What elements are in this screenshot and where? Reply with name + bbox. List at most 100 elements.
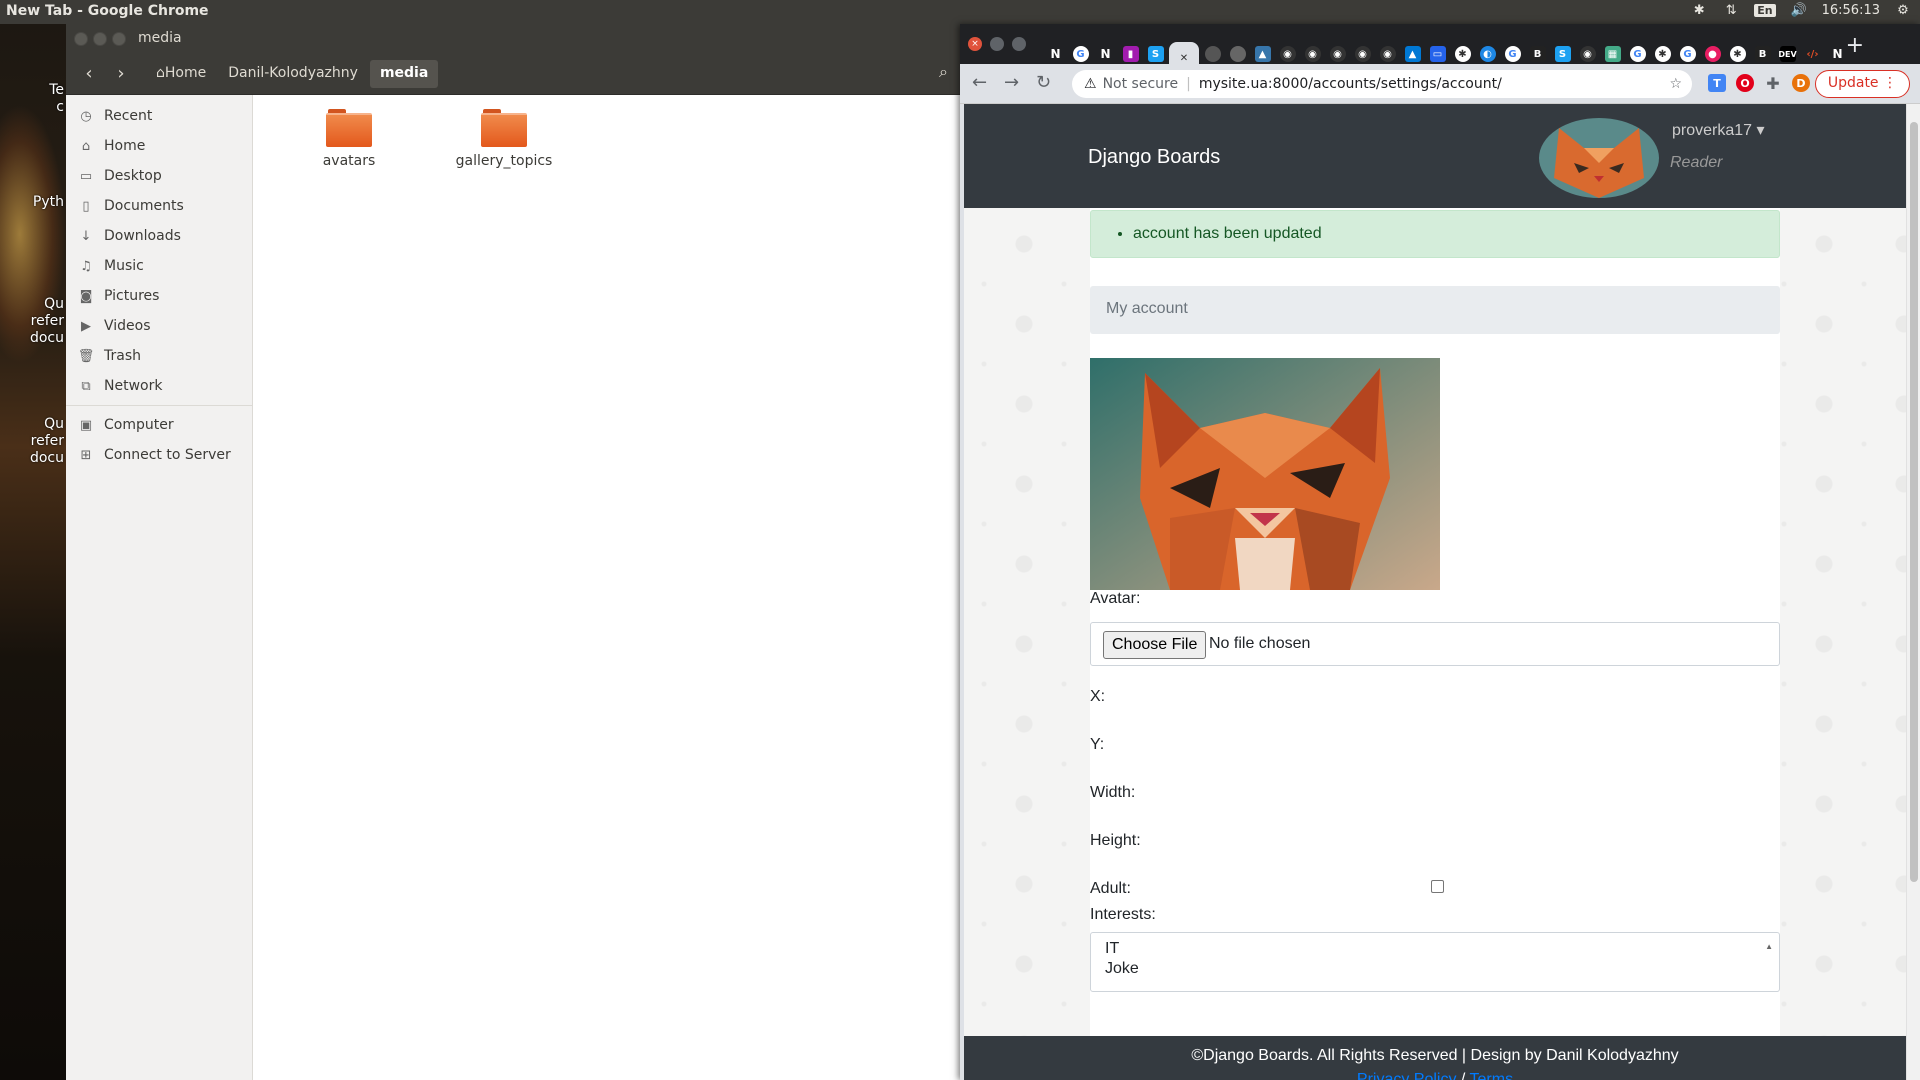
tab-notion[interactable]: N (1094, 43, 1117, 65)
interests-multiselect[interactable]: IT Joke ▲ (1090, 932, 1780, 992)
update-button[interactable]: Update ⋮ (1814, 70, 1910, 98)
adult-checkbox[interactable] (1431, 880, 1444, 893)
tab-favicon[interactable]: S (1144, 43, 1167, 65)
bookmark-star-icon[interactable]: ☆ (1669, 76, 1682, 92)
folder-item-gallery-topics[interactable]: gallery_topics (444, 109, 564, 169)
back-arrow-icon[interactable]: ‹ (78, 63, 100, 84)
tab-favicon[interactable] (1201, 43, 1224, 65)
opera-extension-icon[interactable]: O (1736, 74, 1754, 92)
tab-google[interactable]: G (1069, 43, 1092, 65)
tab-favicon[interactable]: S (1551, 43, 1574, 65)
tab-github[interactable]: ◉ (1301, 43, 1324, 65)
scroll-up-icon[interactable]: ▲ (1765, 937, 1773, 957)
maximize-window-button[interactable] (112, 32, 126, 46)
tab-favicon[interactable]: ‹/› (1801, 43, 1824, 65)
keyboard-layout-indicator[interactable]: En (1754, 4, 1776, 17)
close-window-button[interactable]: × (968, 37, 982, 51)
avatar-file-input[interactable]: Choose File No file chosen (1090, 622, 1780, 666)
translate-extension-icon[interactable]: T (1708, 74, 1726, 92)
sidebar-item-connect-server[interactable]: ⊞ Connect to Server (66, 440, 252, 470)
tab-favicon[interactable]: ▦ (1601, 43, 1624, 65)
volume-icon[interactable]: 🔊 (1790, 3, 1808, 18)
settings-gear-icon[interactable]: ⚙ (1894, 3, 1912, 18)
tab-favicon[interactable]: ◐ (1476, 43, 1499, 65)
maximize-window-button[interactable] (1012, 37, 1026, 51)
tab-github[interactable]: ◉ (1376, 43, 1399, 65)
desktop-file-label[interactable]: Qu refer docu (30, 416, 64, 467)
tab-favicon[interactable]: ✱ (1451, 43, 1474, 65)
page-scrollbar[interactable] (1906, 104, 1920, 1080)
sidebar-item-videos[interactable]: ▶ Videos (66, 311, 252, 341)
sidebar-item-pictures[interactable]: ◙ Pictures (66, 281, 252, 311)
back-arrow-icon[interactable]: ← (972, 72, 987, 93)
interest-option[interactable]: IT (1105, 939, 1765, 959)
tab-github[interactable]: ◉ (1576, 43, 1599, 65)
search-icon[interactable]: ⌕ (939, 62, 948, 82)
forward-arrow-icon[interactable]: → (1004, 72, 1019, 93)
not-secure-label[interactable]: Not secure (1103, 76, 1179, 92)
sidebar-item-desktop[interactable]: ▭ Desktop (66, 161, 252, 191)
tab-favicon[interactable] (1226, 43, 1249, 65)
tab-github[interactable]: ◉ (1276, 43, 1299, 65)
terms-link[interactable]: Terms (1470, 1071, 1514, 1080)
forward-arrow-icon[interactable]: › (110, 63, 132, 84)
tab-favicon[interactable]: ✱ (1726, 43, 1749, 65)
width-label: Width: (1090, 784, 1136, 801)
tab-github[interactable]: ◉ (1326, 43, 1349, 65)
breadcrumb-user-folder[interactable]: Danil-Kolodyazhny (218, 60, 368, 88)
puzzle-extensions-icon[interactable]: ✚ (1764, 74, 1782, 93)
tab-google[interactable]: G (1626, 43, 1649, 65)
close-window-button[interactable] (74, 32, 88, 46)
url-bar[interactable]: ⚠ Not secure | mysite.ua:8000/accounts/s… (1072, 70, 1692, 98)
desktop-file-label[interactable]: Qu refer docu (30, 296, 64, 347)
privacy-policy-link[interactable]: Privacy Policy (1357, 1071, 1457, 1080)
sidebar-item-computer[interactable]: ▣ Computer (66, 410, 252, 440)
folder-item-avatars[interactable]: avatars (289, 109, 409, 169)
user-avatar[interactable] (1539, 118, 1659, 198)
tab-favicon[interactable]: ▭ (1426, 43, 1449, 65)
scrollbar-thumb[interactable] (1910, 122, 1918, 882)
warning-icon[interactable]: ⚠ (1084, 76, 1097, 92)
reload-icon[interactable]: ↻ (1036, 72, 1051, 93)
desktop-background: Te c Pyth Qu refer docu Qu refer docu (0, 24, 66, 1080)
desktop-file-label[interactable]: Pyth (33, 194, 64, 211)
profile-avatar[interactable]: D (1792, 74, 1810, 92)
url-text[interactable]: mysite.ua:8000/accounts/settings/account… (1199, 76, 1502, 92)
network-arrows-icon[interactable]: ⇅ (1722, 3, 1740, 18)
tab-favicon[interactable]: ✱ (1651, 43, 1674, 65)
breadcrumb-home[interactable]: ⌂Home (146, 60, 216, 88)
user-menu-dropdown[interactable]: proverka17 ▾ (1672, 120, 1765, 140)
sidebar-item-trash[interactable]: 🗑 Trash (66, 341, 252, 371)
tab-favicon[interactable]: B (1526, 43, 1549, 65)
home-icon: ⌂ (81, 138, 91, 154)
site-brand-link[interactable]: Django Boards (1088, 146, 1220, 169)
tab-google[interactable]: G (1501, 43, 1524, 65)
tab-notion[interactable]: N (1044, 43, 1067, 65)
slack-icon[interactable]: ✱ (1690, 3, 1708, 18)
minimize-window-button[interactable] (990, 37, 1004, 51)
desktop-file-label[interactable]: Te c (49, 82, 64, 116)
sidebar-item-network[interactable]: ⧉ Network (66, 371, 252, 401)
sidebar-item-music[interactable]: ♫ Music (66, 251, 252, 281)
minimize-window-button[interactable] (93, 32, 107, 46)
tab-python[interactable]: ▲ (1251, 43, 1274, 65)
tab-favicon[interactable]: ▮ (1119, 43, 1142, 65)
new-tab-plus-icon[interactable]: + (1846, 33, 1864, 58)
tab-github[interactable]: ◉ (1351, 43, 1374, 65)
tab-dev[interactable]: DEV (1776, 43, 1799, 65)
sidebar-item-recent[interactable]: ◷ Recent (66, 101, 252, 131)
breadcrumb-media[interactable]: media (369, 60, 439, 88)
clock[interactable]: 16:56:13 (1822, 3, 1880, 18)
tab-favicon[interactable]: ▲ (1401, 43, 1424, 65)
tab-google[interactable]: G (1676, 43, 1699, 65)
sidebar-item-downloads[interactable]: ↓ Downloads (66, 221, 252, 251)
choose-file-button[interactable]: Choose File (1103, 631, 1207, 659)
tab-favicon[interactable]: B (1751, 43, 1774, 65)
clock-icon: ◷ (80, 108, 92, 124)
tab-favicon[interactable]: ● (1701, 43, 1724, 65)
sidebar-item-home[interactable]: ⌂ Home (66, 131, 252, 161)
sidebar-item-documents[interactable]: ▯ Documents (66, 191, 252, 221)
folder-icon (326, 109, 372, 147)
main-container: account has been updated My account (1090, 208, 1780, 1080)
interest-option[interactable]: Joke (1105, 959, 1765, 979)
